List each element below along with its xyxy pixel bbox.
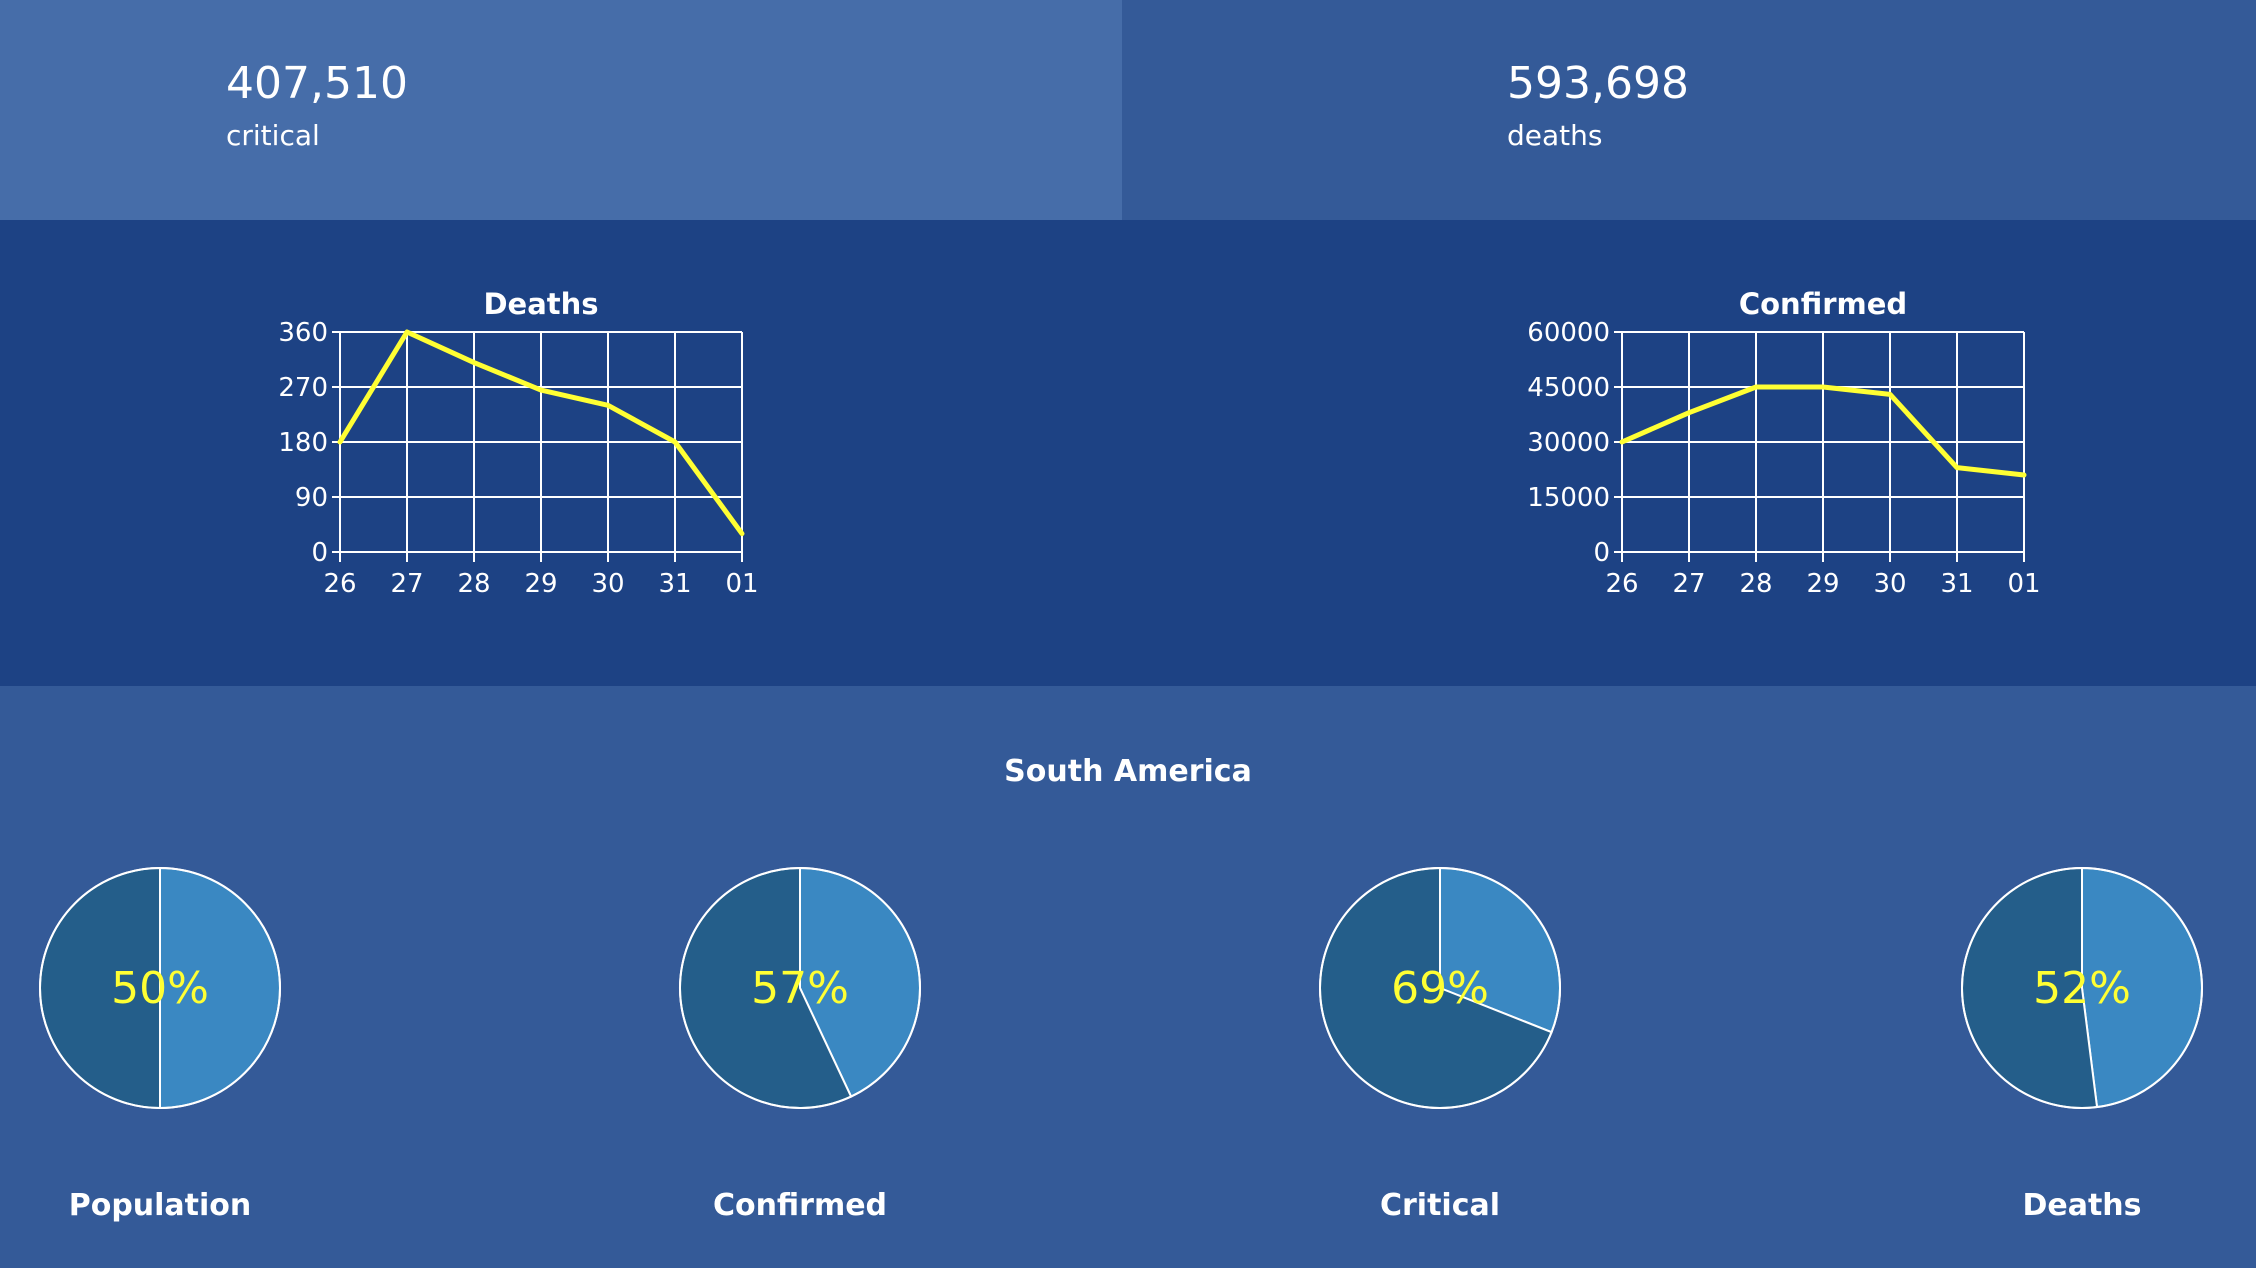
deaths-data-point — [540, 389, 542, 391]
deaths-chart-title: Deaths — [483, 287, 598, 321]
confirmed-chart-title: Confirmed — [1739, 287, 1907, 321]
pie-card-critical: 69% Critical — [1280, 686, 1600, 1268]
deaths-y-tick-label: 360 — [278, 318, 328, 348]
confirmed-data-point — [1889, 393, 1891, 395]
confirmed-x-tick-label: 27 — [1672, 569, 1705, 599]
critical-label: critical — [226, 119, 320, 152]
confirmed-chart-group: Confirmed 0 15000 30000 45000 60000 26 27 28 29 30… — [1527, 287, 2040, 599]
confirmed-data-point — [1822, 386, 1824, 388]
critical-stat-tile: 407,510 critical — [0, 0, 1122, 220]
deaths-pie-title: Deaths — [2022, 1188, 2142, 1223]
deaths-pie-chart: 52% — [1961, 866, 2203, 1109]
deaths-x-tick-label: 26 — [323, 569, 356, 599]
deaths-stat-tile: 593,698 deaths — [1122, 0, 2256, 220]
confirmed-data-point — [1956, 467, 1958, 469]
critical-count: 407,510 — [226, 58, 408, 109]
pie-card-confirmed: 57% Confirmed — [640, 686, 960, 1268]
deaths-x-tick-label: 30 — [591, 569, 624, 599]
critical-pie-title: Critical — [1379, 1188, 1501, 1223]
trend-charts-band: Deaths 0 90 180 270 360 26 27 28 29 30 31 01 Confirme… — [0, 220, 2256, 686]
pie-1-percentage-label: 57% — [751, 963, 849, 1014]
deaths-data-point — [406, 331, 408, 333]
deaths-data-point — [741, 533, 743, 535]
confirmed-x-tick-label: 01 — [2007, 569, 2040, 599]
pie-card-population: 50% Population — [0, 686, 320, 1268]
confirmed-data-point — [2023, 474, 2025, 476]
population-pie-title: Population — [68, 1188, 252, 1223]
pie-0-percentage-label: 50% — [111, 963, 209, 1014]
deaths-label: deaths — [1507, 119, 1603, 152]
deaths-x-tick-label: 28 — [457, 569, 490, 599]
deaths-count: 593,698 — [1507, 58, 1689, 109]
deaths-data-point — [339, 441, 341, 443]
deaths-x-tick-label: 27 — [390, 569, 423, 599]
pie-2-percentage-label: 69% — [1391, 963, 1489, 1014]
confirmed-pie-title: Confirmed — [712, 1188, 888, 1223]
confirmed-x-tick-label: 28 — [1739, 569, 1772, 599]
confirmed-data-point — [1688, 412, 1690, 414]
region-title: South America — [1004, 754, 1252, 789]
confirmed-data-point — [1621, 441, 1623, 443]
deaths-y-tick-label: 270 — [278, 373, 328, 403]
deaths-data-point — [607, 404, 609, 406]
deaths-data-point — [674, 441, 676, 443]
confirmed-pie-chart: 57% — [679, 866, 921, 1109]
deaths-data-point — [473, 362, 475, 364]
deaths-y-tick-label: 0 — [311, 538, 328, 568]
confirmed-y-tick-label: 30000 — [1527, 428, 1610, 458]
deaths-chart-group: Deaths 0 90 180 270 360 26 27 28 29 30 31 01 — [278, 287, 758, 599]
confirmed-x-tick-label: 30 — [1873, 569, 1906, 599]
deaths-x-tick-label: 31 — [658, 569, 691, 599]
confirmed-x-tick-label: 31 — [1940, 569, 1973, 599]
deaths-x-tick-label: 01 — [725, 569, 758, 599]
deaths-line-chart: Deaths09018027036026 27 28 29 30 31 01Confirme… — [278, 287, 2040, 599]
deaths-y-tick-label: 180 — [278, 428, 328, 458]
pie-card-deaths: 52% Deaths — [1922, 686, 2242, 1268]
deaths-y-tick-label: 90 — [295, 483, 328, 513]
deaths-x-tick-label: 29 — [524, 569, 557, 599]
population-pie-chart: 50% — [39, 866, 281, 1110]
confirmed-x-tick-label: 29 — [1806, 569, 1839, 599]
region-section: South America 50% Population 57% Confirm… — [0, 686, 2256, 1268]
confirmed-y-tick-label: 15000 — [1527, 483, 1610, 513]
confirmed-y-tick-label: 60000 — [1527, 318, 1610, 348]
confirmed-x-tick-label: 26 — [1605, 569, 1638, 599]
confirmed-data-point — [1755, 386, 1757, 388]
confirmed-y-tick-label: 0 — [1593, 538, 1610, 568]
confirmed-y-tick-label: 45000 — [1527, 373, 1610, 403]
critical-pie-chart: 69% — [1319, 866, 1561, 1109]
pie-3-percentage-label: 52% — [2033, 963, 2131, 1014]
